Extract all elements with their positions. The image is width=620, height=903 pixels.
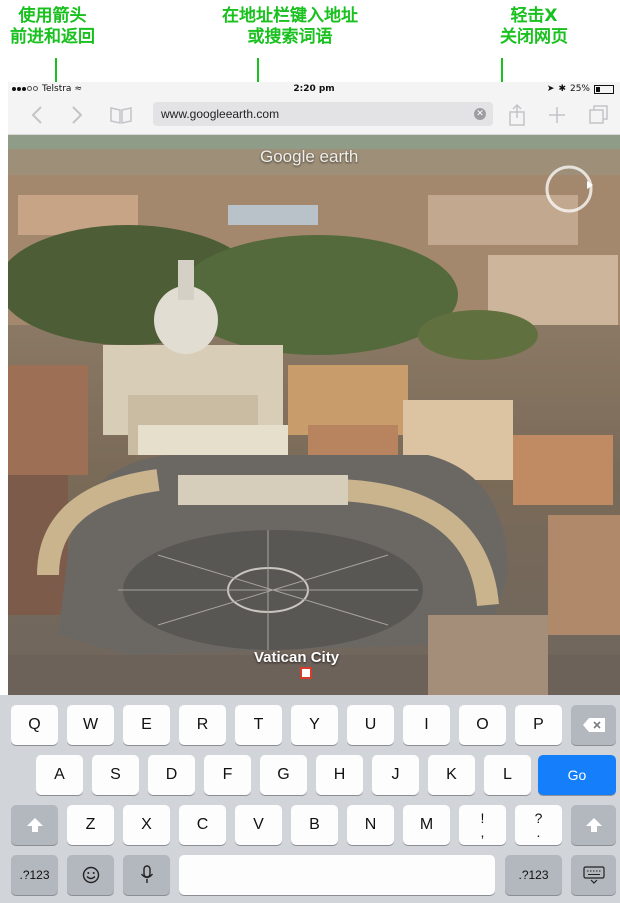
- key-question-period[interactable]: ? .: [515, 805, 562, 845]
- key-y[interactable]: Y: [291, 705, 338, 745]
- compass-icon[interactable]: [543, 163, 595, 215]
- battery-icon: [594, 84, 614, 94]
- share-icon: [509, 103, 525, 126]
- key-i[interactable]: I: [403, 705, 450, 745]
- microphone-icon: [140, 865, 153, 883]
- key-k[interactable]: K: [428, 755, 475, 795]
- status-bar: Telstra ≈ 2:20 pm ➤ ✱ 25%: [8, 82, 620, 96]
- bluetooth-icon: ✱: [558, 84, 566, 94]
- forward-button[interactable]: [64, 102, 90, 128]
- key-t[interactable]: T: [235, 705, 282, 745]
- dictation-key[interactable]: [123, 855, 170, 895]
- shift-icon: [26, 818, 43, 832]
- key-q[interactable]: Q: [11, 705, 58, 745]
- key-g[interactable]: G: [260, 755, 307, 795]
- emoji-icon: [82, 866, 99, 884]
- numbers-key-right[interactable]: .?123: [505, 855, 562, 895]
- new-tab-button[interactable]: [544, 102, 570, 128]
- key-exclaim-label: !: [480, 810, 485, 826]
- key-o[interactable]: O: [459, 705, 506, 745]
- keyboard-icon: [582, 866, 605, 884]
- place-label-vatican-city: Vatican City: [254, 649, 340, 666]
- key-z[interactable]: Z: [67, 805, 114, 845]
- key-f[interactable]: F: [204, 755, 251, 795]
- key-c[interactable]: C: [179, 805, 226, 845]
- annotation-close-tab: 轻击X 关闭网页: [500, 6, 568, 47]
- battery-percent: 25%: [569, 84, 590, 94]
- key-p[interactable]: P: [515, 705, 562, 745]
- book-icon: [110, 107, 132, 124]
- plus-icon: [549, 107, 565, 123]
- key-m[interactable]: M: [403, 805, 450, 845]
- back-button[interactable]: [24, 102, 50, 128]
- key-w[interactable]: W: [67, 705, 114, 745]
- key-question-label: ?: [534, 810, 543, 826]
- hide-keyboard-key[interactable]: [571, 855, 616, 895]
- key-u[interactable]: U: [347, 705, 394, 745]
- key-j[interactable]: J: [372, 755, 419, 795]
- share-button[interactable]: [504, 102, 530, 128]
- clear-url-icon[interactable]: ✕: [474, 108, 486, 120]
- key-b[interactable]: B: [291, 805, 338, 845]
- tabs-icon: [589, 105, 608, 124]
- google-earth-watermark: Google earth: [260, 147, 359, 166]
- key-h[interactable]: H: [316, 755, 363, 795]
- chevron-left-icon: [31, 106, 42, 124]
- tabs-button[interactable]: [586, 102, 612, 128]
- key-n[interactable]: N: [347, 805, 394, 845]
- key-period-label: .: [536, 824, 541, 840]
- numbers-key-left[interactable]: .?123: [11, 855, 58, 895]
- shift-key-right[interactable]: [571, 805, 616, 845]
- chevron-right-icon: [72, 106, 83, 124]
- address-bar[interactable]: www.googleearth.com ✕: [153, 102, 493, 126]
- key-d[interactable]: D: [148, 755, 195, 795]
- key-x[interactable]: X: [123, 805, 170, 845]
- key-comma-label: ,: [480, 824, 485, 840]
- status-right: ➤ ✱ 25%: [547, 84, 614, 94]
- location-icon: ➤: [546, 84, 555, 94]
- key-l[interactable]: L: [484, 755, 531, 795]
- key-s[interactable]: S: [92, 755, 139, 795]
- go-key[interactable]: Go: [538, 755, 616, 795]
- shift-icon: [585, 818, 602, 832]
- key-exclaim-comma[interactable]: ! ,: [459, 805, 506, 845]
- key-v[interactable]: V: [235, 805, 282, 845]
- backspace-icon: [582, 718, 605, 732]
- space-key[interactable]: [179, 855, 495, 895]
- onscreen-keyboard: Q W E R T Y U I O P A S D F G H J K L Go…: [0, 695, 620, 903]
- place-marker-icon[interactable]: [300, 667, 312, 679]
- vatican-aerial-image: [8, 135, 620, 695]
- emoji-key[interactable]: [67, 855, 114, 895]
- key-a[interactable]: A: [36, 755, 83, 795]
- browser-toolbar: www.googleearth.com ✕: [8, 96, 620, 135]
- key-r[interactable]: R: [179, 705, 226, 745]
- status-time: 2:20 pm: [293, 84, 335, 94]
- annotation-back-forward: 使用箭头 前进和返回: [10, 6, 95, 47]
- google-earth-view[interactable]: Google earth Vatican City: [8, 135, 620, 695]
- key-e[interactable]: E: [123, 705, 170, 745]
- address-bar-text: www.googleearth.com: [161, 107, 280, 121]
- annotation-address-bar: 在地址栏键入地址 或搜索词语: [222, 6, 358, 47]
- bookmarks-button[interactable]: [106, 102, 136, 128]
- shift-key-left[interactable]: [11, 805, 58, 845]
- delete-key[interactable]: [571, 705, 616, 745]
